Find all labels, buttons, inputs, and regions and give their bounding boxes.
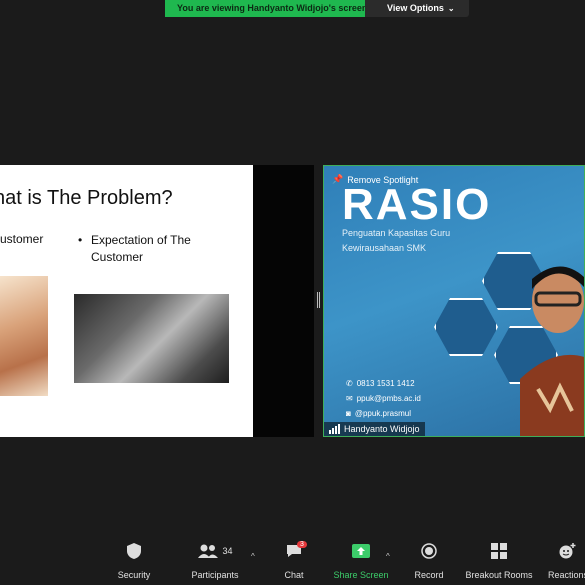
meeting-toolbar: Security 34 Participants ^ 3 Chat Share … <box>0 540 585 585</box>
participant-video-person <box>520 259 584 436</box>
remove-spotlight-label: Remove Spotlight <box>347 174 419 185</box>
participants-button[interactable]: 34 Participants <box>188 540 242 580</box>
slide-bullet-left: ustomer <box>0 232 44 246</box>
participants-icon: 34 <box>188 540 242 562</box>
shared-slide: hat is The Problem? ustomer • Expectatio… <box>0 165 253 437</box>
splitter-handle[interactable] <box>317 292 320 308</box>
rasio-subtitle-1: Penguatan Kapasitas Guru <box>342 228 451 238</box>
breakout-rooms-button[interactable]: Breakout Rooms <box>465 540 533 580</box>
screen-share-banner: You are viewing Handyanto Widjojo's scre… <box>165 0 469 17</box>
view-options-label: View Options <box>387 3 444 13</box>
instagram-text: @ppuk.prasmul <box>354 409 411 418</box>
slide-bullet-right-text: Expectation of The Customer <box>91 233 191 264</box>
view-options-button[interactable]: View Options ⌄ <box>365 0 469 17</box>
chat-button[interactable]: 3 Chat <box>278 540 310 580</box>
instagram-icon: ◙ <box>346 409 351 418</box>
share-screen-icon <box>333 540 389 562</box>
record-label: Record <box>414 570 444 580</box>
spotlight-video-tile[interactable]: RASIO Penguatan Kapasitas Guru Kewirausa… <box>323 165 585 437</box>
participants-count: 34 <box>222 546 233 556</box>
participant-name-tag: Handyanto Widjojo <box>324 422 425 436</box>
contact-instagram: ◙ @ppuk.prasmul <box>346 409 411 418</box>
rasio-logo-text: RASIO <box>342 180 492 229</box>
chat-badge: 3 <box>297 541 307 548</box>
shared-screen-letterbox <box>253 165 314 437</box>
email-text: ppuk@pmbs.ac.id <box>356 394 421 403</box>
breakout-rooms-label: Breakout Rooms <box>465 570 533 580</box>
pin-icon: 📌 <box>332 174 344 184</box>
bullet-dot: • <box>78 233 83 247</box>
rasio-subtitle-2: Kewirausahaan SMK <box>342 243 427 253</box>
contact-email: ✉ ppuk@pmbs.ac.id <box>346 394 421 403</box>
participants-caret-icon[interactable]: ^ <box>251 552 255 561</box>
participant-name: Handyanto Widjojo <box>344 424 420 434</box>
slide-photo-girl <box>0 276 48 396</box>
record-button[interactable]: Record <box>412 540 446 580</box>
security-label: Security <box>117 570 151 580</box>
slide-photo-boy <box>74 294 229 383</box>
share-caret-icon[interactable]: ^ <box>386 552 390 561</box>
phone-icon: ✆ <box>346 379 353 388</box>
phone-text: 0813 1531 1412 <box>356 379 415 388</box>
breakout-rooms-icon <box>465 540 533 562</box>
share-screen-button[interactable]: Share Screen <box>333 540 389 580</box>
security-button[interactable]: Security <box>112 540 156 580</box>
chevron-down-icon: ⌄ <box>447 4 455 13</box>
reactions-button[interactable]: Reactions <box>548 540 585 580</box>
remove-spotlight-button[interactable]: 📌 Remove Spotlight <box>332 174 418 185</box>
mail-icon: ✉ <box>346 394 353 403</box>
slide-title: hat is The Problem? <box>0 187 173 209</box>
hexagon-people-icon <box>434 298 498 356</box>
chat-icon: 3 <box>278 540 310 562</box>
chat-label: Chat <box>284 570 304 580</box>
shield-icon <box>112 540 156 562</box>
contact-phone: ✆ 0813 1531 1412 <box>346 379 415 388</box>
share-screen-label: Share Screen <box>333 570 389 580</box>
reactions-label: Reactions <box>548 570 585 580</box>
signal-bars-icon <box>329 424 341 434</box>
viewing-screen-label: You are viewing Handyanto Widjojo's scre… <box>165 0 367 17</box>
slide-bullet-right: • Expectation of The Customer <box>78 232 218 266</box>
smiley-plus-icon <box>548 540 585 562</box>
record-icon <box>412 540 446 562</box>
participants-label: Participants <box>191 570 239 580</box>
